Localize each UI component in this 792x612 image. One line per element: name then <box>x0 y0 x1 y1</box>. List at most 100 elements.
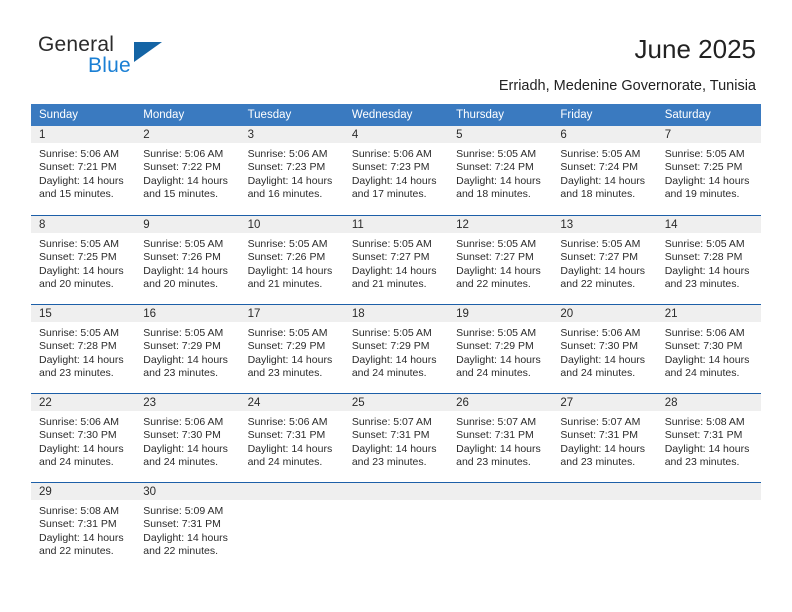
day-cell[interactable]: 24 Sunrise: 5:06 AM Sunset: 7:31 PM Dayl… <box>239 394 344 482</box>
day-number-bar: 24 <box>239 394 344 411</box>
calendar-page: General Blue June 2025 Erriadh, Medenine… <box>0 0 792 612</box>
day-number: 26 <box>456 397 469 409</box>
sunset-text: Sunset: 7:30 PM <box>560 340 639 353</box>
daylight-text: Daylight: 14 hours and 20 minutes. <box>143 264 228 291</box>
day-number: 4 <box>351 129 359 141</box>
day-cell[interactable]: 26 Sunrise: 5:07 AM Sunset: 7:31 PM Dayl… <box>448 394 553 482</box>
day-info: Sunrise: 5:05 AM Sunset: 7:28 PM Dayligh… <box>657 233 761 292</box>
sunset-text: Sunset: 7:28 PM <box>39 340 117 353</box>
day-cell-empty <box>656 483 761 571</box>
day-cell[interactable]: 8 Sunrise: 5:05 AM Sunset: 7:25 PM Dayli… <box>31 216 136 304</box>
day-cell[interactable]: 15 Sunrise: 5:05 AM Sunset: 7:28 PM Dayl… <box>31 305 136 393</box>
day-cell[interactable]: 22 Sunrise: 5:06 AM Sunset: 7:30 PM Dayl… <box>31 394 136 482</box>
day-cell[interactable]: 6 Sunrise: 5:05 AM Sunset: 7:24 PM Dayli… <box>552 126 657 215</box>
day-cell[interactable]: 16 Sunrise: 5:05 AM Sunset: 7:29 PM Dayl… <box>135 305 240 393</box>
day-number-bar: 22 <box>31 394 136 411</box>
day-number-bar: 19 <box>448 305 553 322</box>
sunset-text: Sunset: 7:29 PM <box>247 340 326 353</box>
day-info: Sunrise: 5:05 AM Sunset: 7:27 PM Dayligh… <box>448 233 552 292</box>
day-number-bar: 27 <box>552 394 657 411</box>
day-cell[interactable]: 28 Sunrise: 5:08 AM Sunset: 7:31 PM Dayl… <box>656 394 761 482</box>
day-cell[interactable]: 25 Sunrise: 5:07 AM Sunset: 7:31 PM Dayl… <box>343 394 449 482</box>
sunset-text: Sunset: 7:23 PM <box>351 161 430 174</box>
day-number: 21 <box>664 308 678 320</box>
sunset-text: Sunset: 7:29 PM <box>351 340 430 353</box>
day-info: Sunrise: 5:07 AM Sunset: 7:31 PM Dayligh… <box>344 411 448 470</box>
day-cell[interactable]: 20 Sunrise: 5:06 AM Sunset: 7:30 PM Dayl… <box>552 305 657 393</box>
day-cell[interactable]: 29 Sunrise: 5:08 AM Sunset: 7:31 PM Dayl… <box>31 483 136 571</box>
day-number-bar <box>448 483 553 500</box>
daylight-text: Daylight: 14 hours and 23 minutes. <box>143 353 228 380</box>
daylight-text: Daylight: 14 hours and 15 minutes. <box>39 174 124 201</box>
day-number: 22 <box>39 397 52 409</box>
day-number-bar <box>552 483 657 500</box>
day-number: 28 <box>664 397 678 409</box>
sunrise-text: Sunrise: 5:05 AM <box>456 327 537 339</box>
day-info: Sunrise: 5:07 AM Sunset: 7:31 PM Dayligh… <box>552 411 656 470</box>
day-cell[interactable]: 17 Sunrise: 5:05 AM Sunset: 7:29 PM Dayl… <box>239 305 344 393</box>
daylight-text: Daylight: 14 hours and 21 minutes. <box>247 264 333 291</box>
day-cell[interactable]: 10 Sunrise: 5:05 AM Sunset: 7:26 PM Dayl… <box>239 216 344 304</box>
day-number: 15 <box>39 308 52 320</box>
day-number <box>344 483 448 485</box>
day-cell-empty <box>448 483 553 571</box>
day-number-bar: 3 <box>239 126 344 143</box>
day-cell[interactable]: 12 Sunrise: 5:05 AM Sunset: 7:27 PM Dayl… <box>448 216 553 304</box>
sunrise-text: Sunrise: 5:06 AM <box>39 416 119 428</box>
day-number-bar: 2 <box>135 126 240 143</box>
day-number: 6 <box>560 129 567 141</box>
day-cell-empty <box>343 483 449 571</box>
sunrise-text: Sunrise: 5:05 AM <box>560 148 641 160</box>
daylight-text: Daylight: 14 hours and 23 minutes. <box>351 442 437 469</box>
day-cell[interactable]: 18 Sunrise: 5:05 AM Sunset: 7:29 PM Dayl… <box>343 305 449 393</box>
sunset-text: Sunset: 7:24 PM <box>560 161 639 174</box>
day-number-bar: 4 <box>343 126 449 143</box>
daylight-text: Daylight: 14 hours and 18 minutes. <box>456 174 541 201</box>
day-number: 18 <box>351 308 365 320</box>
day-cell[interactable]: 11 Sunrise: 5:05 AM Sunset: 7:27 PM Dayl… <box>343 216 449 304</box>
day-number-bar: 26 <box>448 394 553 411</box>
day-number: 5 <box>456 129 463 141</box>
sunset-text: Sunset: 7:30 PM <box>39 429 117 442</box>
sunset-text: Sunset: 7:31 PM <box>664 429 743 442</box>
day-info: Sunrise: 5:05 AM Sunset: 7:27 PM Dayligh… <box>344 233 448 292</box>
daylight-text: Daylight: 14 hours and 16 minutes. <box>247 174 333 201</box>
daylight-text: Daylight: 14 hours and 18 minutes. <box>560 174 646 201</box>
day-number-bar: 25 <box>343 394 449 411</box>
day-cell[interactable]: 2 Sunrise: 5:06 AM Sunset: 7:22 PM Dayli… <box>135 126 240 215</box>
day-info: Sunrise: 5:06 AM Sunset: 7:30 PM Dayligh… <box>552 322 656 381</box>
sunset-text: Sunset: 7:31 PM <box>351 429 430 442</box>
day-number: 3 <box>247 129 254 141</box>
daylight-text: Daylight: 14 hours and 21 minutes. <box>351 264 437 291</box>
day-cell[interactable]: 21 Sunrise: 5:06 AM Sunset: 7:30 PM Dayl… <box>656 305 761 393</box>
daylight-text: Daylight: 14 hours and 24 minutes. <box>664 353 750 380</box>
sunset-text: Sunset: 7:27 PM <box>456 251 534 264</box>
calendar-grid: Sunday Monday Tuesday Wednesday Thursday… <box>31 104 761 571</box>
day-cell[interactable]: 5 Sunrise: 5:05 AM Sunset: 7:24 PM Dayli… <box>448 126 553 215</box>
weekday-header-monday: Monday <box>143 109 185 121</box>
day-cell[interactable]: 27 Sunrise: 5:07 AM Sunset: 7:31 PM Dayl… <box>552 394 657 482</box>
day-cell[interactable]: 30 Sunrise: 5:09 AM Sunset: 7:31 PM Dayl… <box>135 483 240 571</box>
day-cell[interactable]: 4 Sunrise: 5:06 AM Sunset: 7:23 PM Dayli… <box>343 126 449 215</box>
day-number-bar: 17 <box>239 305 344 322</box>
day-cell[interactable]: 23 Sunrise: 5:06 AM Sunset: 7:30 PM Dayl… <box>135 394 240 482</box>
day-number-bar: 10 <box>239 216 344 233</box>
day-info: Sunrise: 5:05 AM Sunset: 7:26 PM Dayligh… <box>135 233 239 292</box>
sunset-text: Sunset: 7:22 PM <box>143 161 221 174</box>
day-cell[interactable]: 1 Sunrise: 5:06 AM Sunset: 7:21 PM Dayli… <box>31 126 136 215</box>
daylight-text: Daylight: 14 hours and 15 minutes. <box>143 174 228 201</box>
day-cell[interactable]: 19 Sunrise: 5:05 AM Sunset: 7:29 PM Dayl… <box>448 305 553 393</box>
day-number: 17 <box>247 308 261 320</box>
daylight-text: Daylight: 14 hours and 23 minutes. <box>664 442 750 469</box>
day-cell[interactable]: 14 Sunrise: 5:05 AM Sunset: 7:28 PM Dayl… <box>656 216 761 304</box>
day-number-bar: 18 <box>343 305 449 322</box>
day-cell[interactable]: 9 Sunrise: 5:05 AM Sunset: 7:26 PM Dayli… <box>135 216 240 304</box>
sunrise-text: Sunrise: 5:05 AM <box>39 238 119 250</box>
day-cell[interactable]: 3 Sunrise: 5:06 AM Sunset: 7:23 PM Dayli… <box>239 126 344 215</box>
day-number-bar <box>343 483 449 500</box>
weekday-header-saturday: Saturday <box>664 109 711 121</box>
day-number-bar: 20 <box>552 305 657 322</box>
day-cell[interactable]: 7 Sunrise: 5:05 AM Sunset: 7:25 PM Dayli… <box>656 126 761 215</box>
day-cell[interactable]: 13 Sunrise: 5:05 AM Sunset: 7:27 PM Dayl… <box>552 216 657 304</box>
sunrise-text: Sunrise: 5:05 AM <box>456 238 537 250</box>
